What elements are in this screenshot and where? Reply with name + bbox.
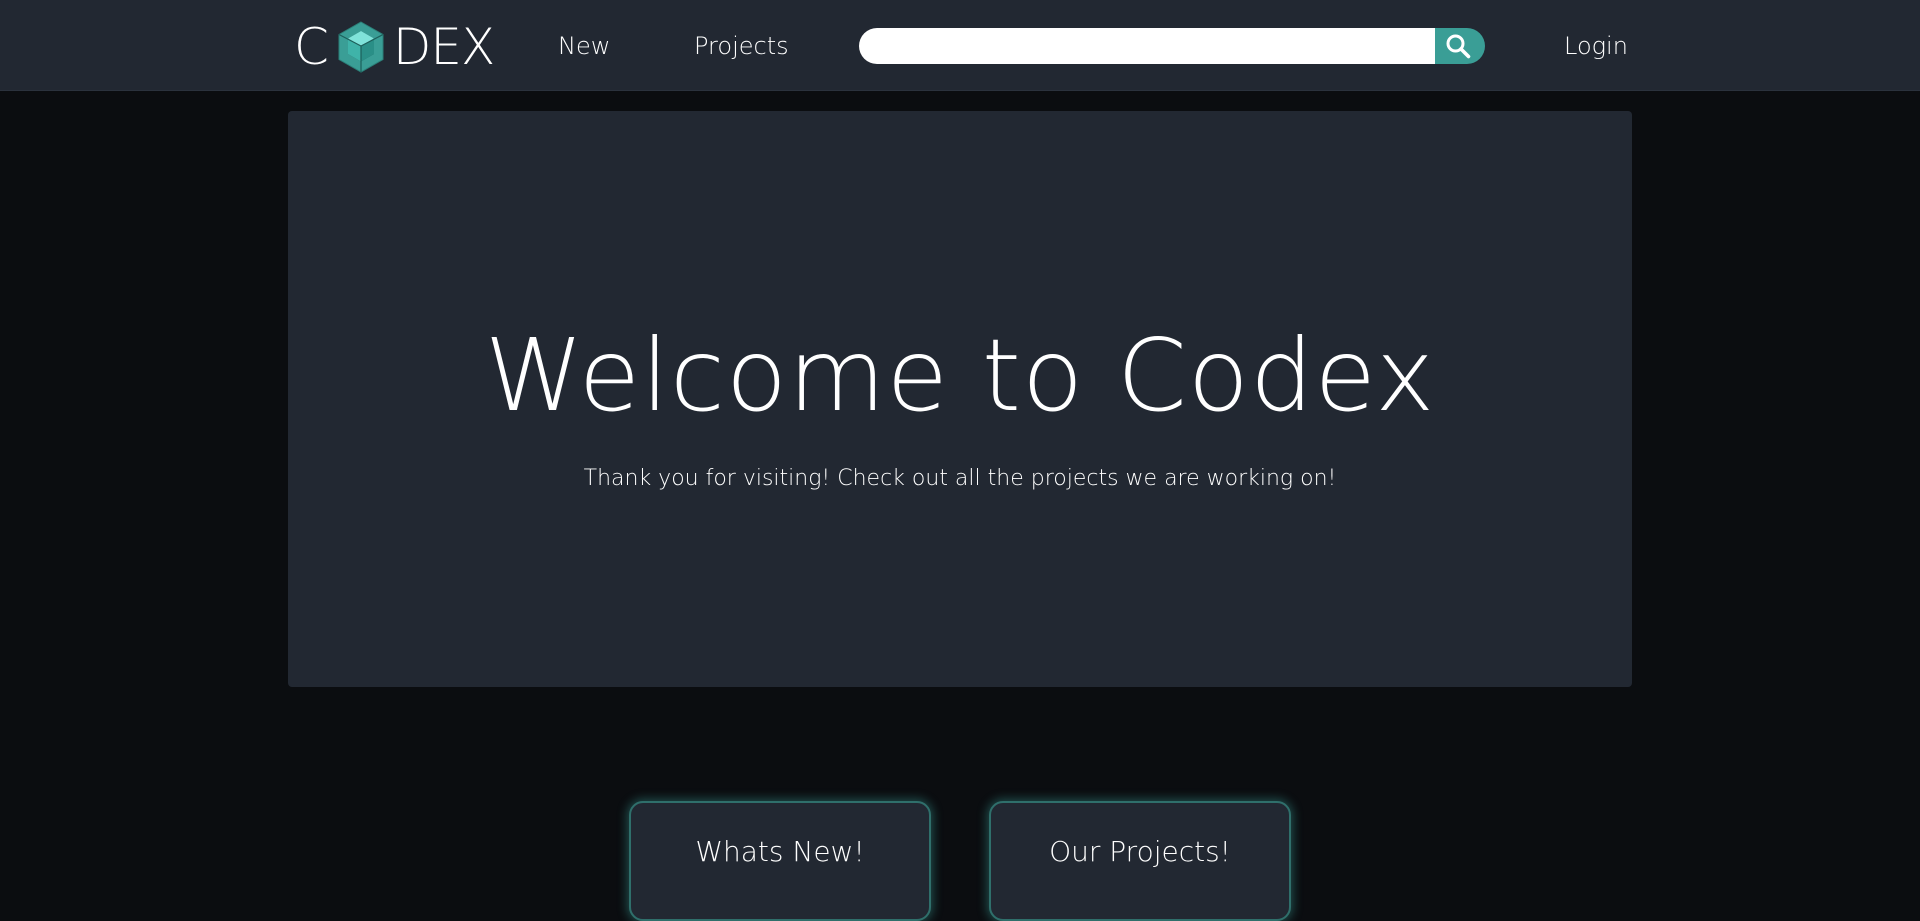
our-projects-card[interactable]: Our Projects! [989,801,1291,921]
hero-banner: Welcome to Codex Thank you for visiting!… [288,111,1632,687]
hero-subtitle: Thank you for visiting! Check out all th… [583,466,1337,491]
nav-link-projects[interactable]: Projects [694,28,789,64]
top-navbar: C DEX New Projects Login [0,0,1920,91]
logo-letter-c: C [294,18,329,76]
codex-logo[interactable]: C DEX [294,18,495,76]
hero-title: Welcome to Codex [484,317,1436,434]
search-icon [1446,34,1471,59]
search-input[interactable] [859,28,1435,64]
login-link[interactable]: Login [1564,28,1628,64]
our-projects-card-title: Our Projects! [1049,835,1231,868]
whats-new-card-title: Whats New! [695,835,865,868]
whats-new-card[interactable]: Whats New! [629,801,931,921]
nav-link-new[interactable]: New [558,28,610,64]
hexagon-cube-icon [338,21,384,73]
logo-letters-dex: DEX [392,18,495,76]
search-bar [859,28,1485,64]
search-button[interactable] [1435,28,1485,64]
